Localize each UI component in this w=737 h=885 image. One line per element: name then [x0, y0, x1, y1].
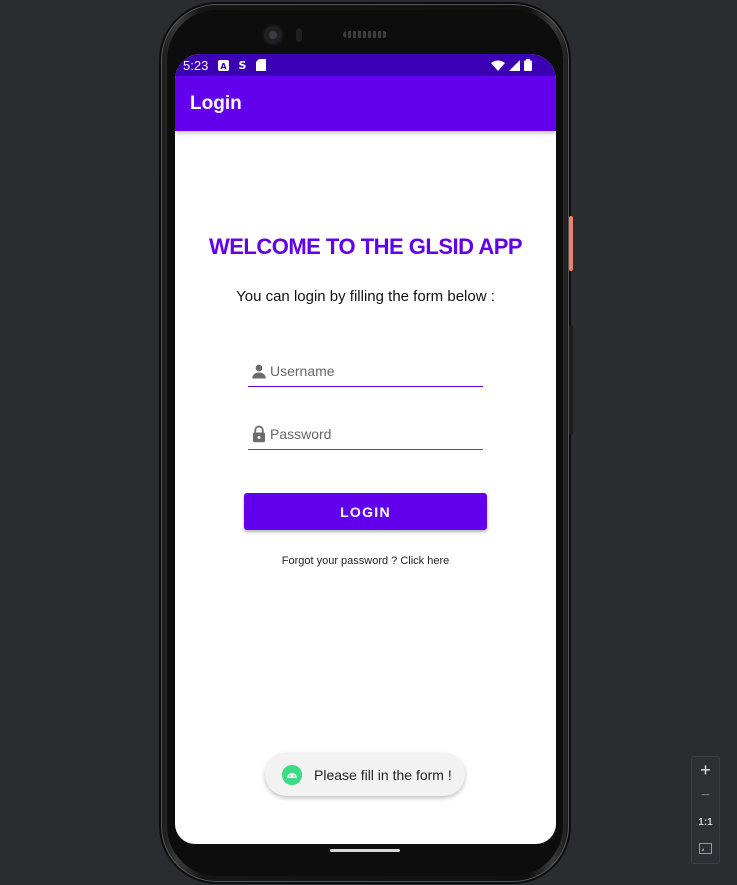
forgot-password-link[interactable]: Forgot your password ? Click here	[175, 555, 556, 567]
zoom-fit-button[interactable]	[692, 835, 719, 861]
login-instructions: You can login by filling the form below …	[236, 288, 495, 305]
svg-text:A: A	[221, 62, 228, 71]
earpiece-speaker	[343, 31, 387, 38]
toast-message: Please fill in the form !	[265, 753, 465, 796]
status-notification-icons: A S	[218, 59, 267, 71]
sd-card-icon	[256, 59, 267, 71]
login-button[interactable]: LOGIN	[244, 493, 487, 530]
zoom-controls: + − 1:1	[691, 756, 720, 864]
svg-text:S: S	[239, 59, 247, 71]
sensor-icon	[296, 28, 302, 42]
app-bar: Login	[175, 76, 556, 131]
home-indicator[interactable]	[330, 849, 400, 852]
phone-screen: 5:23 A S Login WELCOME TO THE GLSID APP …	[175, 54, 556, 844]
a-icon: A	[218, 59, 230, 71]
power-button[interactable]	[569, 216, 573, 271]
toast-text: Please fill in the form !	[314, 766, 452, 783]
emulator-stage: 5:23 A S Login WELCOME TO THE GLSID APP …	[0, 0, 737, 885]
zoom-in-button[interactable]: +	[692, 757, 719, 783]
status-bar: 5:23 A S	[175, 54, 556, 76]
lock-icon	[253, 425, 265, 443]
status-right-icons	[491, 59, 532, 71]
zoom-actual-size-button[interactable]: 1:1	[692, 809, 719, 835]
zoom-out-button[interactable]: −	[692, 783, 719, 809]
password-input[interactable]	[270, 424, 475, 444]
volume-button[interactable]	[569, 325, 573, 435]
wifi-icon	[491, 60, 505, 71]
person-icon	[252, 364, 266, 379]
s-icon: S	[239, 59, 247, 71]
status-time: 5:23	[183, 57, 209, 73]
password-field[interactable]	[248, 421, 483, 450]
battery-icon	[524, 59, 532, 71]
welcome-heading: WELCOME TO THE GLSID APP	[208, 234, 523, 259]
android-icon	[282, 764, 302, 785]
username-input[interactable]	[270, 361, 475, 381]
front-camera-icon	[264, 26, 282, 44]
page-title: Login	[190, 93, 242, 114]
username-field[interactable]	[248, 358, 483, 387]
fit-screen-icon	[699, 842, 712, 854]
signal-icon	[509, 59, 520, 71]
